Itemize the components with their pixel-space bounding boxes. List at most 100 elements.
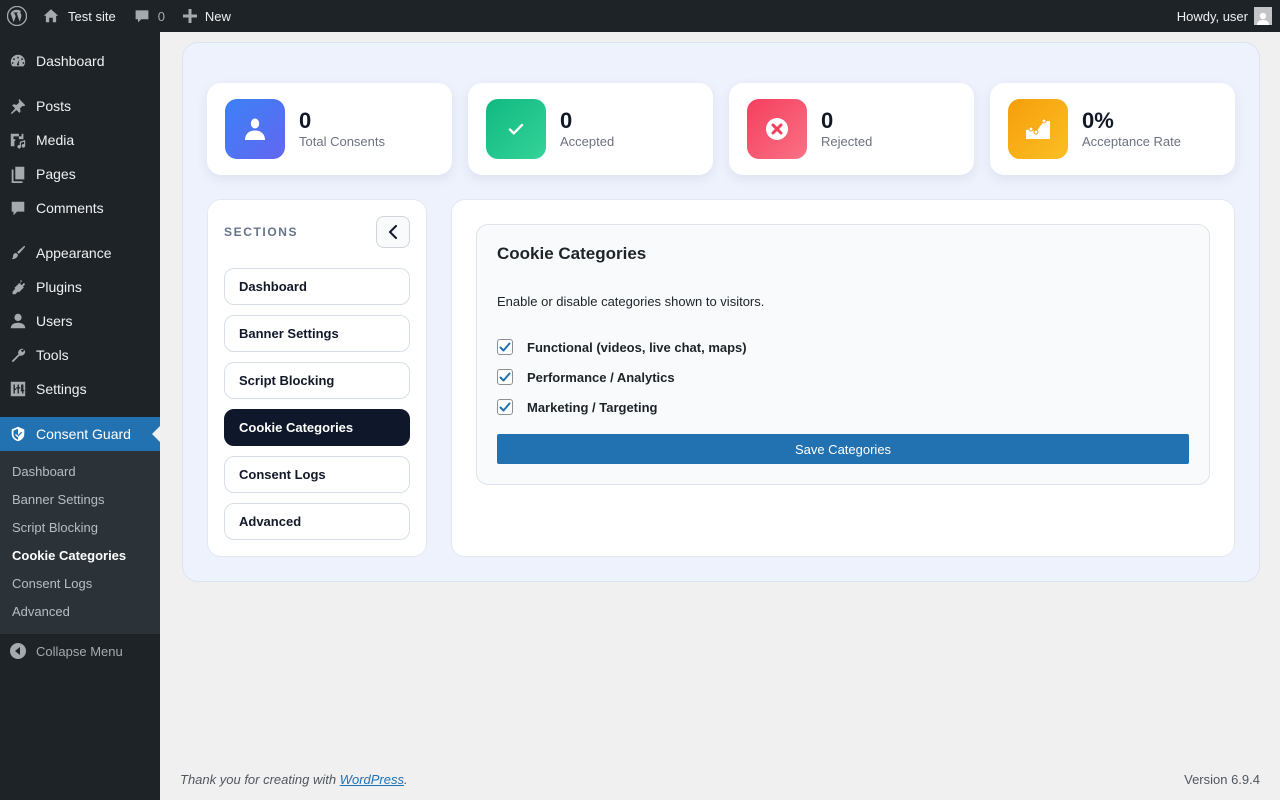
menu-appearance[interactable]: Appearance — [0, 236, 160, 270]
wordpress-logo-icon[interactable] — [0, 0, 34, 32]
menu-media[interactable]: Media — [0, 123, 160, 157]
plus-icon — [182, 9, 197, 23]
comment-icon — [8, 198, 28, 218]
menu-comments[interactable]: Comments — [0, 191, 160, 225]
functional-checkbox[interactable] — [497, 339, 513, 355]
marketing-checkbox[interactable] — [497, 399, 513, 415]
home-icon — [42, 7, 60, 25]
comments-count: 0 — [157, 8, 165, 24]
stat-label: Total Consents — [299, 133, 385, 149]
submenu-cookie-categories[interactable]: Cookie Categories — [0, 542, 160, 570]
category-marketing: Marketing / Targeting — [497, 399, 658, 415]
site-home-link[interactable]: Test site — [34, 0, 124, 32]
menu-consent-guard[interactable]: Consent Guard — [0, 417, 160, 451]
card-description: Enable or disable categories shown to vi… — [497, 294, 765, 309]
category-performance: Performance / Analytics — [497, 369, 675, 385]
category-label: Functional (videos, live chat, maps) — [527, 339, 747, 355]
collapse-sections-button[interactable] — [376, 216, 410, 248]
sliders-icon — [8, 379, 28, 399]
main-content: 0 Total Consents 0 Accepted 0 Rejected 0… — [160, 32, 1280, 800]
checkmark-icon — [499, 402, 511, 412]
pin-icon — [8, 96, 28, 116]
howdy-text: Howdy, user — [1176, 8, 1248, 24]
stat-label: Accepted — [560, 133, 615, 149]
submenu-dashboard[interactable]: Dashboard — [0, 458, 160, 486]
stat-value: 0 — [821, 107, 834, 133]
category-label: Performance / Analytics — [527, 369, 675, 385]
menu-dashboard[interactable]: Dashboard — [0, 44, 160, 78]
menu-settings[interactable]: Settings — [0, 372, 160, 406]
menu-label: Posts — [36, 98, 72, 114]
menu-users[interactable]: Users — [0, 304, 160, 338]
footer-thanks-prefix: Thank you for creating with — [180, 772, 340, 787]
chart-icon — [1008, 99, 1068, 159]
stat-value: 0 — [560, 107, 573, 133]
collapse-arrow-icon — [10, 643, 26, 659]
comments-link[interactable]: 0 — [124, 0, 173, 32]
submenu-advanced[interactable]: Advanced — [0, 598, 160, 626]
footer-thanks: Thank you for creating with WordPress. — [180, 772, 408, 787]
section-banner-settings[interactable]: Banner Settings — [224, 315, 410, 352]
menu-label: Media — [36, 132, 75, 148]
stat-label: Acceptance Rate — [1082, 133, 1182, 149]
submenu-banner-settings[interactable]: Banner Settings — [0, 486, 160, 514]
menu-label: Users — [36, 313, 73, 329]
card-title: Cookie Categories — [497, 244, 647, 263]
avatar — [1254, 7, 1272, 25]
plug-icon — [8, 277, 28, 297]
plugin-panel: 0 Total Consents 0 Accepted 0 Rejected 0… — [182, 42, 1260, 582]
menu-label: Consent Guard — [36, 426, 131, 442]
menu-pages[interactable]: Pages — [0, 157, 160, 191]
user-icon — [225, 99, 285, 159]
wordpress-link[interactable]: WordPress — [340, 772, 404, 787]
wrench-icon — [8, 345, 28, 365]
sections-nav: SECTIONS Dashboard Banner Settings Scrip… — [207, 199, 427, 557]
menu-posts[interactable]: Posts — [0, 89, 160, 123]
section-consent-logs[interactable]: Consent Logs — [224, 456, 410, 493]
stat-card-rejected: 0 Rejected — [729, 83, 974, 175]
submenu-consent-logs[interactable]: Consent Logs — [0, 570, 160, 598]
dashboard-icon — [8, 51, 28, 71]
category-functional: Functional (videos, live chat, maps) — [497, 339, 747, 355]
check-icon — [486, 99, 546, 159]
new-label: New — [204, 8, 231, 24]
stat-card-acceptance-rate: 0% Acceptance Rate — [990, 83, 1235, 175]
menu-label: Pages — [36, 166, 76, 182]
section-cookie-categories[interactable]: Cookie Categories — [224, 409, 410, 446]
pages-icon — [8, 164, 28, 184]
category-label: Marketing / Targeting — [527, 399, 658, 415]
checkmark-icon — [499, 372, 511, 382]
collapse-label: Collapse Menu — [36, 643, 123, 659]
save-categories-button[interactable]: Save Categories — [497, 434, 1189, 464]
my-account[interactable]: Howdy, user — [1177, 0, 1280, 32]
stat-label: Rejected — [821, 133, 873, 149]
menu-label: Settings — [36, 381, 87, 397]
site-name: Test site — [68, 8, 116, 24]
footer-thanks-suffix: . — [404, 772, 408, 787]
collapse-menu-button[interactable]: Collapse Menu — [0, 634, 160, 668]
menu-plugins[interactable]: Plugins — [0, 270, 160, 304]
cookie-categories-card: Cookie Categories Enable or disable cate… — [476, 224, 1210, 485]
menu-label: Dashboard — [36, 53, 105, 69]
menu-tools[interactable]: Tools — [0, 338, 160, 372]
submenu-script-blocking[interactable]: Script Blocking — [0, 514, 160, 542]
section-script-blocking[interactable]: Script Blocking — [224, 362, 410, 399]
x-circle-icon — [747, 99, 807, 159]
media-icon — [8, 130, 28, 150]
stat-card-total-consents: 0 Total Consents — [207, 83, 452, 175]
menu-label: Tools — [36, 347, 69, 363]
section-advanced[interactable]: Advanced — [224, 503, 410, 540]
chevron-left-icon — [388, 225, 398, 239]
consent-guard-submenu: Dashboard Banner Settings Script Blockin… — [0, 451, 160, 634]
menu-label: Comments — [36, 200, 104, 216]
stat-value: 0% — [1082, 107, 1114, 133]
section-dashboard[interactable]: Dashboard — [224, 268, 410, 305]
new-content-link[interactable]: New — [175, 0, 239, 32]
brush-icon — [8, 243, 28, 263]
performance-checkbox[interactable] — [497, 369, 513, 385]
stat-value: 0 — [299, 107, 312, 133]
admin-sidebar: Dashboard Posts Media Pages Comments App… — [0, 32, 160, 800]
menu-label: Appearance — [36, 245, 112, 261]
user-icon — [8, 311, 28, 331]
checkmark-icon — [499, 342, 511, 352]
